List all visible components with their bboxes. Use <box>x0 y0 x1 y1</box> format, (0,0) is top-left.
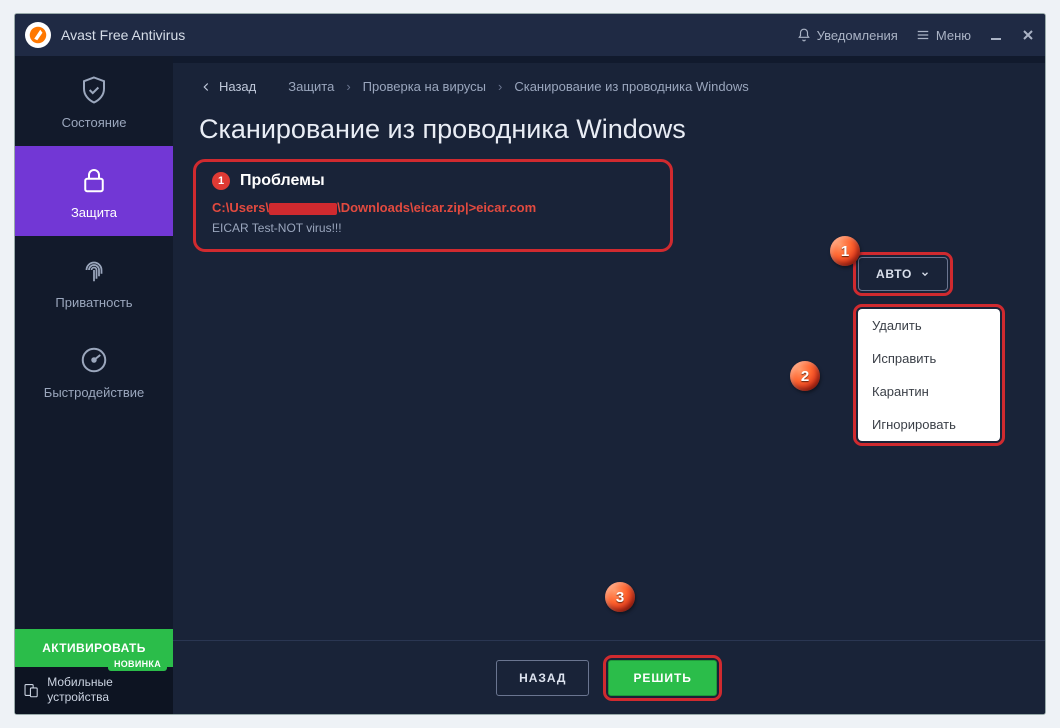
threat-description: EICAR Test-NOT virus!!! <box>212 221 654 235</box>
problems-heading: Проблемы <box>240 172 325 190</box>
mobile-devices-button[interactable]: НОВИНКА Мобильные устройства <box>15 667 173 714</box>
hamburger-icon <box>916 28 930 42</box>
arrow-left-icon <box>199 80 213 94</box>
sidebar-item-performance[interactable]: Быстродействие <box>15 326 173 416</box>
main-panel: Назад Защита › Проверка на вирусы › Скан… <box>173 56 1045 714</box>
problems-card: 1 Проблемы C:\Users\ \Downloads\eicar.zip… <box>193 159 673 252</box>
callout-1: 1 <box>830 236 860 266</box>
gauge-icon <box>77 343 111 377</box>
menu-item-delete[interactable]: Удалить <box>858 309 1000 342</box>
threat-path-prefix: C:\Users\ <box>212 200 269 215</box>
app-window: Avast Free Antivirus Уведомления Меню Со… <box>14 13 1046 715</box>
annotation-frame-2: Удалить Исправить Карантин Игнорировать <box>853 304 1005 446</box>
chevron-down-icon <box>920 269 930 279</box>
sidebar-item-status[interactable]: Состояние <box>15 56 173 146</box>
annotation-frame-1: АВТО <box>853 252 953 296</box>
notifications-label: Уведомления <box>817 28 898 43</box>
menu-item-quarantine[interactable]: Карантин <box>858 375 1000 408</box>
action-block: АВТО Удалить Исправить Карантин Игнориро… <box>853 252 1005 446</box>
shield-check-icon <box>77 73 111 107</box>
sidebar-item-protection[interactable]: Защита <box>15 146 173 236</box>
crumb-protection[interactable]: Защита <box>288 79 334 94</box>
auto-label: АВТО <box>876 267 912 281</box>
menu-button[interactable]: Меню <box>916 28 971 43</box>
bell-icon <box>797 28 811 42</box>
crumb-virus-scan[interactable]: Проверка на вирусы <box>363 79 486 94</box>
solve-button[interactable]: РЕШИТЬ <box>608 660 716 696</box>
back-link[interactable]: Назад <box>199 79 256 94</box>
action-menu: Удалить Исправить Карантин Игнорировать <box>858 309 1000 441</box>
sidebar-item-label: Состояние <box>62 115 127 130</box>
callout-3: 3 <box>605 582 635 612</box>
menu-item-ignore[interactable]: Игнорировать <box>858 408 1000 441</box>
notifications-button[interactable]: Уведомления <box>797 28 898 43</box>
close-button[interactable] <box>1021 28 1035 42</box>
sidebar-item-label: Приватность <box>55 295 132 310</box>
crumb-explorer-scan[interactable]: Сканирование из проводника Windows <box>514 79 748 94</box>
sidebar-item-label: Быстродействие <box>44 385 144 400</box>
lock-icon <box>77 163 111 197</box>
devices-icon <box>23 679 39 701</box>
titlebar: Avast Free Antivirus Уведомления Меню <box>15 14 1045 56</box>
problem-count-badge: 1 <box>212 172 230 190</box>
callout-2: 2 <box>790 361 820 391</box>
annotation-frame-3: РЕШИТЬ <box>603 655 721 701</box>
redacted-segment <box>269 203 337 215</box>
sidebar: Состояние Защита Приватность Быстродейст… <box>15 56 173 714</box>
threat-path: C:\Users\ \Downloads\eicar.zip|>eicar.com <box>212 200 654 215</box>
fingerprint-icon <box>77 253 111 287</box>
action-auto-dropdown[interactable]: АВТО <box>858 257 948 291</box>
back-label: Назад <box>219 79 256 94</box>
minimize-button[interactable] <box>989 28 1003 42</box>
sidebar-item-label: Защита <box>71 205 117 220</box>
new-badge: НОВИНКА <box>108 657 167 671</box>
breadcrumb: Назад Защита › Проверка на вирусы › Скан… <box>173 63 1045 100</box>
menu-item-repair[interactable]: Исправить <box>858 342 1000 375</box>
menu-label: Меню <box>936 28 971 43</box>
mobile-label: Мобильные устройства <box>47 675 165 704</box>
avast-logo-icon <box>25 22 51 48</box>
bottom-bar: НАЗАД РЕШИТЬ <box>173 640 1045 714</box>
app-title: Avast Free Antivirus <box>61 27 797 43</box>
threat-path-suffix: \Downloads\eicar.zip|>eicar.com <box>337 200 536 215</box>
page-title: Сканирование из проводника Windows <box>173 100 1045 159</box>
sidebar-item-privacy[interactable]: Приватность <box>15 236 173 326</box>
back-button[interactable]: НАЗАД <box>496 660 589 696</box>
